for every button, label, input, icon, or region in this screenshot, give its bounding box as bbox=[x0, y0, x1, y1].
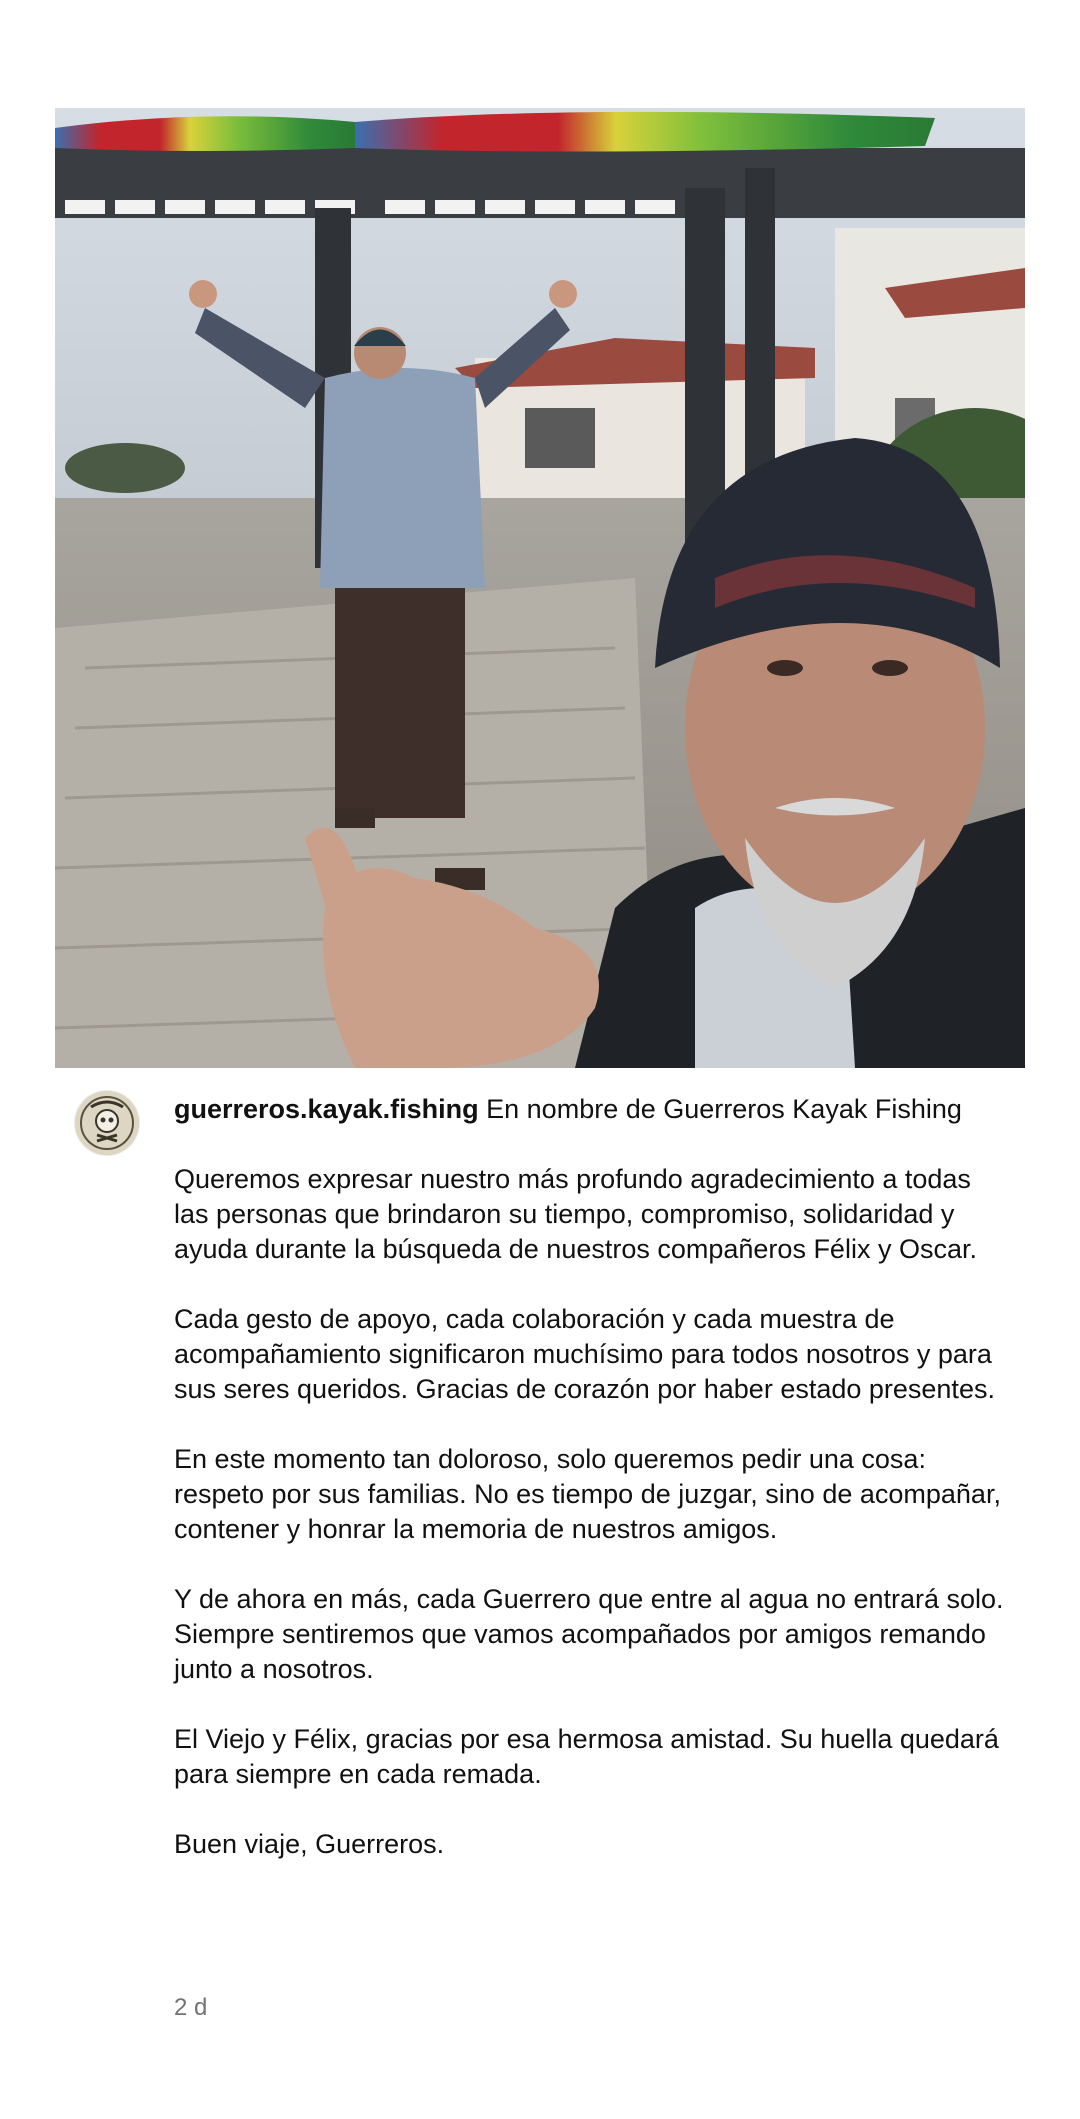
avatar-logo-icon bbox=[75, 1091, 139, 1155]
caption-paragraph: Queremos expresar nuestro más profundo a… bbox=[174, 1164, 977, 1264]
caption-intro: guerreros.kayak.fishing En nombre de Gue… bbox=[174, 1092, 1004, 1127]
caption-paragraph: En este momento tan doloroso, solo quere… bbox=[174, 1444, 1001, 1544]
caption-paragraph: Buen viaje, Guerreros. bbox=[174, 1829, 445, 1859]
caption-first-line: En nombre de Guerreros Kayak Fishing bbox=[486, 1094, 962, 1124]
post-caption: guerreros.kayak.fishing En nombre de Gue… bbox=[174, 1092, 1004, 1862]
post-timestamp[interactable]: 2 d bbox=[174, 1993, 207, 2023]
post-photo[interactable] bbox=[55, 108, 1025, 1068]
caption-paragraph: Y de ahora en más, cada Guerrero que ent… bbox=[174, 1584, 1004, 1684]
caption-paragraph: El Viejo y Félix, gracias por esa hermos… bbox=[174, 1724, 999, 1789]
avatar[interactable] bbox=[75, 1091, 139, 1155]
caption-paragraph: Cada gesto de apoyo, cada colaboración y… bbox=[174, 1304, 995, 1404]
username-link[interactable]: guerreros.kayak.fishing bbox=[174, 1094, 479, 1124]
